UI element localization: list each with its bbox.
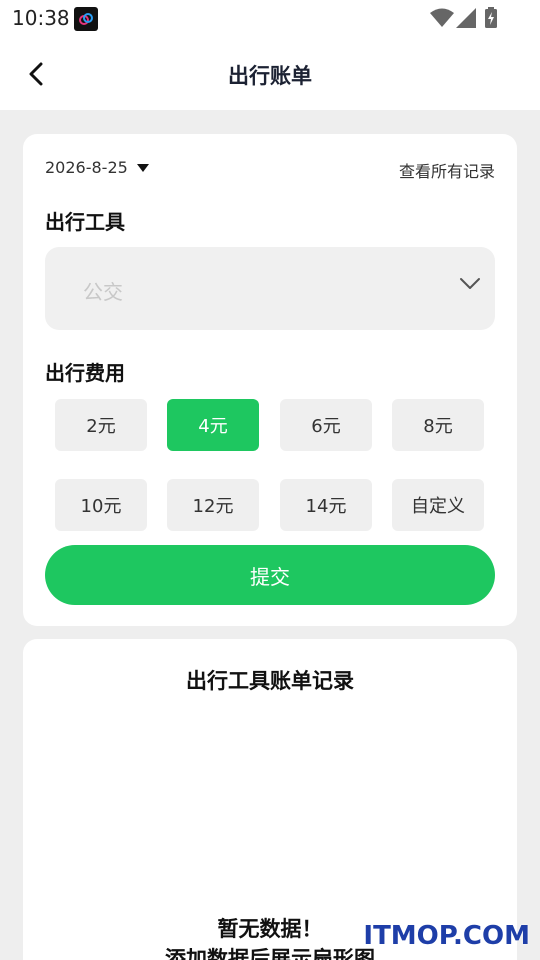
fee-option-custom[interactable]: 自定义	[392, 479, 484, 531]
records-title: 出行工具账单记录	[186, 669, 354, 693]
chevron-down-icon	[460, 278, 480, 289]
page-title: 出行账单	[228, 64, 312, 88]
date-text: 2026-8-25	[45, 158, 128, 177]
tool-section-title: 出行工具	[45, 210, 125, 234]
tool-select-value: 公交	[83, 280, 123, 304]
status-bar: 10:38	[0, 0, 540, 38]
wifi-icon	[430, 8, 454, 27]
date-picker[interactable]: 2026-8-25	[45, 158, 150, 177]
fee-option-12[interactable]: 12元	[167, 479, 259, 531]
submit-button[interactable]: 提交	[45, 545, 495, 605]
battery-charging-icon	[485, 7, 497, 28]
app-notification-icon	[74, 7, 98, 31]
fee-option-4[interactable]: 4元	[167, 399, 259, 451]
bill-form-card: 2026-8-25 查看所有记录 出行工具 公交 出行费用 2元 4元 6元 8…	[23, 134, 517, 626]
records-card: 出行工具账单记录 暂无数据！ 添加数据后展示扇形图	[23, 639, 517, 960]
fee-option-14[interactable]: 14元	[280, 479, 372, 531]
app-header: 出行账单	[0, 38, 540, 110]
caret-down-icon	[136, 163, 149, 172]
site-watermark: ITMOP.COM	[363, 921, 530, 951]
status-time: 10:38	[12, 6, 70, 30]
fee-option-10[interactable]: 10元	[55, 479, 147, 531]
fee-option-8[interactable]: 8元	[392, 399, 484, 451]
fee-option-2[interactable]: 2元	[55, 399, 147, 451]
tool-select[interactable]: 公交	[45, 247, 495, 330]
fee-option-6[interactable]: 6元	[280, 399, 372, 451]
view-all-records-link[interactable]: 查看所有记录	[399, 158, 495, 182]
fee-section-title: 出行费用	[45, 361, 125, 385]
signal-icon	[456, 8, 476, 28]
